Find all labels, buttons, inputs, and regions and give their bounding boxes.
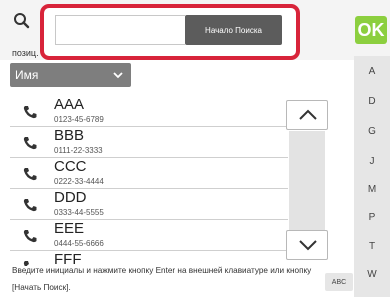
- hint-text: Введите инициалы и нажмите кнопку Enter …: [12, 266, 312, 292]
- contact-number: 0333-44-5555: [54, 208, 104, 217]
- index-letter[interactable]: W: [354, 269, 390, 280]
- phone-icon: [23, 168, 37, 181]
- index-letter[interactable]: D: [354, 96, 390, 107]
- contact-number: 0111-22-3333: [54, 146, 103, 155]
- list-item[interactable]: DDD 0333-44-5555: [10, 189, 288, 220]
- search-input[interactable]: [55, 15, 185, 45]
- index-letter[interactable]: P: [354, 212, 390, 223]
- phone-icon: [23, 199, 37, 212]
- phone-icon: [23, 137, 37, 150]
- contact-number: 0123-45-6789: [54, 115, 104, 124]
- contact-name: CCC: [54, 158, 87, 175]
- contact-name: AAA: [54, 96, 85, 113]
- scroll-up-button[interactable]: [286, 100, 328, 130]
- index-letter[interactable]: T: [354, 241, 390, 252]
- scroll-down-button[interactable]: [286, 230, 328, 260]
- contact-number: 0222-33-4444: [54, 177, 104, 186]
- contact-name: DDD: [54, 189, 87, 206]
- contact-list: AAA 0123-45-6789 BBB 0111-22-3333 CCC 02…: [10, 96, 288, 266]
- list-item[interactable]: AAA 0123-45-6789: [10, 96, 288, 127]
- chevron-up-icon: [299, 109, 317, 120]
- phone-icon: [23, 106, 37, 119]
- contact-number: 0444-55-6666: [54, 239, 104, 248]
- contact-name: EEE: [54, 220, 85, 237]
- start-search-button[interactable]: Начало Поиска: [185, 15, 282, 45]
- alphabet-index-bar: A D G J M P T W: [354, 56, 390, 297]
- position-label: позиц.: [12, 48, 39, 58]
- list-item[interactable]: BBB 0111-22-3333: [10, 127, 288, 158]
- list-item[interactable]: CCC 0222-33-4444: [10, 158, 288, 189]
- contact-name: BBB: [54, 127, 85, 144]
- index-letter[interactable]: J: [354, 156, 390, 167]
- abc-button[interactable]: ABC: [325, 273, 353, 291]
- index-letter[interactable]: M: [354, 184, 390, 195]
- index-letter[interactable]: A: [354, 66, 390, 77]
- list-item[interactable]: EEE 0444-55-6666: [10, 220, 288, 251]
- ok-button[interactable]: OK: [355, 16, 387, 44]
- index-letter[interactable]: G: [354, 126, 390, 137]
- phone-icon: [23, 230, 37, 243]
- chevron-down-icon: [299, 240, 317, 251]
- sort-dropdown-value: Имя: [15, 68, 39, 82]
- search-icon[interactable]: [10, 10, 34, 34]
- sort-dropdown[interactable]: Имя: [10, 63, 131, 87]
- scrollbar-track[interactable]: [289, 131, 325, 230]
- chevron-down-icon: [113, 72, 123, 79]
